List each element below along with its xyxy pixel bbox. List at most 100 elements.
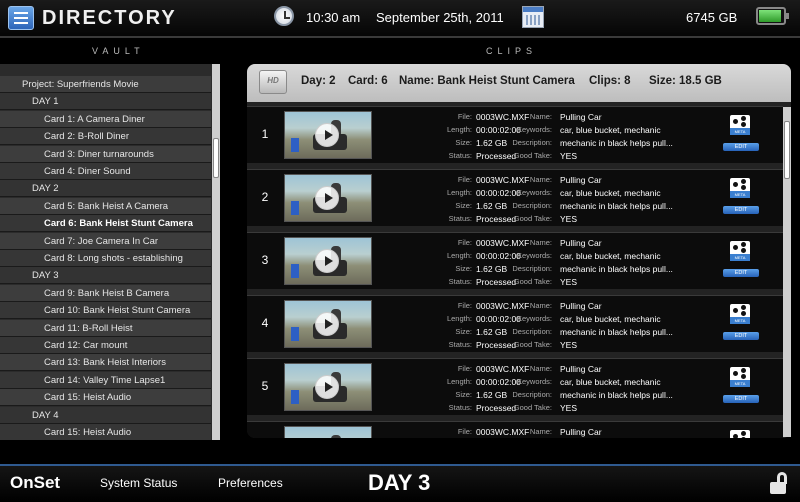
clip-good-take: YES — [560, 340, 578, 350]
clip-name: Pulling Car — [560, 427, 602, 437]
edit-button[interactable]: EDIT — [723, 206, 759, 214]
vault-day-item[interactable]: DAY 3 — [0, 267, 211, 285]
clip-name: Pulling Car — [560, 238, 602, 248]
play-icon[interactable] — [315, 312, 339, 336]
clip-keywords: car, blue bucket, mechanic — [560, 314, 661, 324]
clip-description: mechanic in black helps pull... — [560, 327, 673, 337]
system-status-button[interactable]: System Status — [100, 476, 177, 490]
clip-description: mechanic in black helps pull... — [560, 264, 673, 274]
size-label: Size: — [455, 390, 472, 399]
vault-day-item[interactable]: DAY 2 — [0, 180, 211, 198]
vault-card-item[interactable]: Card 15: Heist Audio — [0, 389, 211, 407]
brand-logo: OnSet — [10, 473, 61, 492]
clock-icon[interactable] — [274, 6, 294, 26]
status-label: Status: — [448, 403, 472, 412]
play-icon[interactable] — [315, 249, 339, 273]
vault-card-item[interactable]: Card 1: A Camera Diner — [0, 110, 211, 128]
vault-scroll-thumb[interactable] — [213, 138, 219, 178]
vault-card-item[interactable]: Card 9: Bank Heist B Camera — [0, 284, 211, 302]
clip-number: 2 — [261, 190, 269, 204]
edit-button[interactable]: EDIT — [723, 332, 759, 340]
vault-day-item[interactable]: DAY 4 — [0, 406, 211, 424]
meta-label: META — [730, 191, 750, 198]
name-label: Name: — [529, 301, 552, 310]
meta-label: META — [730, 254, 750, 261]
clip-thumbnail[interactable] — [284, 426, 372, 438]
share-meta-icon[interactable]: META — [730, 430, 750, 438]
meta-label: META — [730, 317, 750, 324]
clip-thumbnail[interactable] — [284, 237, 372, 285]
share-meta-icon[interactable]: META — [730, 367, 750, 387]
vault-card-item[interactable]: Card 13: Bank Heist Interiors — [0, 354, 211, 372]
edit-button[interactable]: EDIT — [723, 395, 759, 403]
clip-thumbnail[interactable] — [284, 174, 372, 222]
meta-label: META — [730, 128, 750, 135]
edit-button[interactable]: EDIT — [723, 269, 759, 277]
vault-card-item[interactable]: Card 12: Car mount — [0, 337, 211, 354]
share-meta-icon[interactable]: META — [730, 178, 750, 198]
share-meta-icon[interactable]: META — [730, 115, 750, 135]
play-icon[interactable] — [315, 123, 339, 147]
clip-row[interactable]: File:0003WC.MXFLength:Size:Status:Name:P… — [247, 421, 783, 438]
vault-day-item[interactable]: DAY 1 — [0, 93, 211, 111]
vault-card-item[interactable]: Card 10: Bank Heist Stunt Camera — [0, 302, 211, 320]
clip-thumbnail[interactable] — [284, 300, 372, 348]
description-label: Description: — [512, 138, 552, 147]
card-summary-bar: HD Day: 2 Card: 6 Name: Bank Heist Stunt… — [247, 64, 791, 102]
vault-card-item[interactable]: Card 4: Diner Sound — [0, 163, 211, 180]
share-meta-icon[interactable]: META — [730, 241, 750, 261]
status-label: Status: — [448, 151, 472, 160]
name-label: Name: — [529, 364, 552, 373]
menu-list-icon[interactable] — [8, 6, 34, 30]
header-bar: DIRECTORY 10:30 am September 25th, 2011 … — [0, 0, 800, 38]
good-take-label: Good Take: — [513, 403, 552, 412]
clip-number: 3 — [261, 253, 269, 267]
vault-heading: VAULT — [92, 46, 145, 56]
footer-bar: OnSet System Status Preferences DAY 3 — [0, 464, 800, 502]
clips-scrollbar[interactable] — [783, 107, 791, 437]
vault-card-item[interactable]: Card 2: B-Roll Diner — [0, 128, 211, 146]
vault-card-item[interactable]: Card 11: B-Roll Heist — [0, 319, 211, 337]
clip-thumbnail[interactable] — [284, 111, 372, 159]
current-day-label: DAY 3 — [368, 470, 431, 495]
play-icon[interactable] — [315, 186, 339, 210]
preferences-button[interactable]: Preferences — [218, 476, 283, 490]
clip-row[interactable]: 5 File: 0003WC.MXF Length: 00:00:02:00 Size: 1… — [247, 358, 783, 415]
name-label: Name: — [529, 112, 552, 121]
clips-heading: CLIPS — [486, 46, 538, 56]
clip-thumbnail[interactable] — [284, 363, 372, 411]
calendar-icon[interactable] — [522, 6, 544, 28]
clip-keywords: car, blue bucket, mechanic — [560, 188, 661, 198]
current-time: 10:30 am — [306, 10, 361, 25]
clip-number: 5 — [261, 379, 269, 393]
vault-project-item[interactable]: Project: Superfriends Movie — [0, 76, 211, 93]
vault-card-item[interactable]: Card 3: Diner turnarounds — [0, 145, 211, 163]
storage-readout: 6745 GB — [686, 10, 738, 25]
vault-card-item[interactable]: Card 15: Heist Audio — [0, 424, 211, 440]
play-icon[interactable] — [315, 375, 339, 399]
edit-button[interactable]: EDIT — [723, 143, 759, 151]
clip-row[interactable]: 1 File: 0003WC.MXF Length: 00:00:02:00 Size: 1… — [247, 106, 783, 163]
clip-description: mechanic in black helps pull... — [560, 138, 673, 148]
vault-scrollbar[interactable] — [212, 64, 220, 440]
battery-level — [759, 10, 781, 22]
size-label: Size: — [455, 327, 472, 336]
clips-scroll-thumb[interactable] — [784, 121, 790, 179]
clip-row[interactable]: 3 File: 0003WC.MXF Length: 00:00:02:00 Size: 1… — [247, 232, 783, 289]
page-title: DIRECTORY — [42, 7, 177, 29]
unlock-icon[interactable] — [768, 472, 790, 496]
length-label: Length: — [446, 377, 472, 386]
status-label: Status: — [448, 214, 472, 223]
vault-list: Project: Superfriends Movie DAY 1 Card 1: … — [0, 64, 220, 440]
vault-card-item[interactable]: Card 8: Long shots - establishing — [0, 250, 211, 267]
share-meta-icon[interactable]: META — [730, 304, 750, 324]
clip-keywords: car, blue bucket, mechanic — [560, 377, 661, 387]
clips-panel: HD Day: 2 Card: 6 Name: Bank Heist Stunt… — [247, 64, 791, 438]
clip-row[interactable]: 2 File: 0003WC.MXF Length: 00:00:02:00 Size: 1… — [247, 169, 783, 226]
vault-card-item[interactable]: Card 6: Bank Heist Stunt Camera — [0, 215, 211, 233]
vault-card-item[interactable]: Card 14: Valley Time Lapse1 — [0, 371, 211, 389]
vault-card-item[interactable]: Card 7: Joe Camera In Car — [0, 232, 211, 250]
vault-card-item[interactable]: Card 5: Bank Heist A Camera — [0, 197, 211, 215]
clip-row[interactable]: 4 File: 0003WC.MXF Length: 00:00:02:00 Size: 1… — [247, 295, 783, 352]
clip-good-take: YES — [560, 403, 578, 413]
